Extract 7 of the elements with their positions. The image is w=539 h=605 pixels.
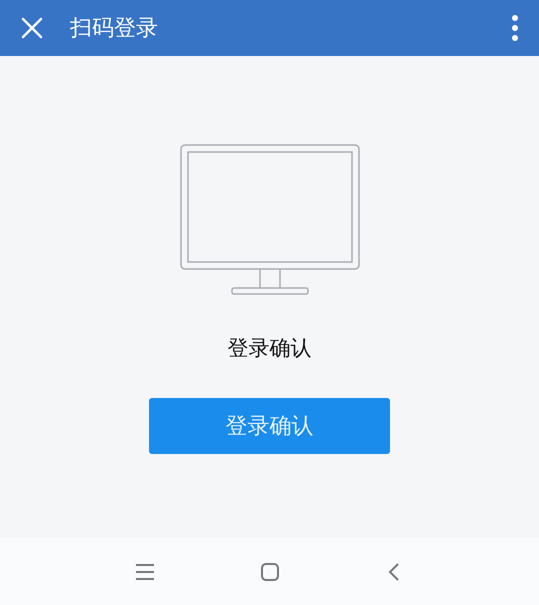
close-icon[interactable] <box>20 16 44 40</box>
confirm-login-button[interactable]: 登录确认 <box>149 398 390 454</box>
home-icon[interactable] <box>258 560 280 582</box>
page-title: 扫码登录 <box>70 15 159 43</box>
more-icon[interactable] <box>511 14 519 42</box>
confirm-message: 登录确认 <box>228 335 312 362</box>
monitor-icon <box>180 144 360 296</box>
